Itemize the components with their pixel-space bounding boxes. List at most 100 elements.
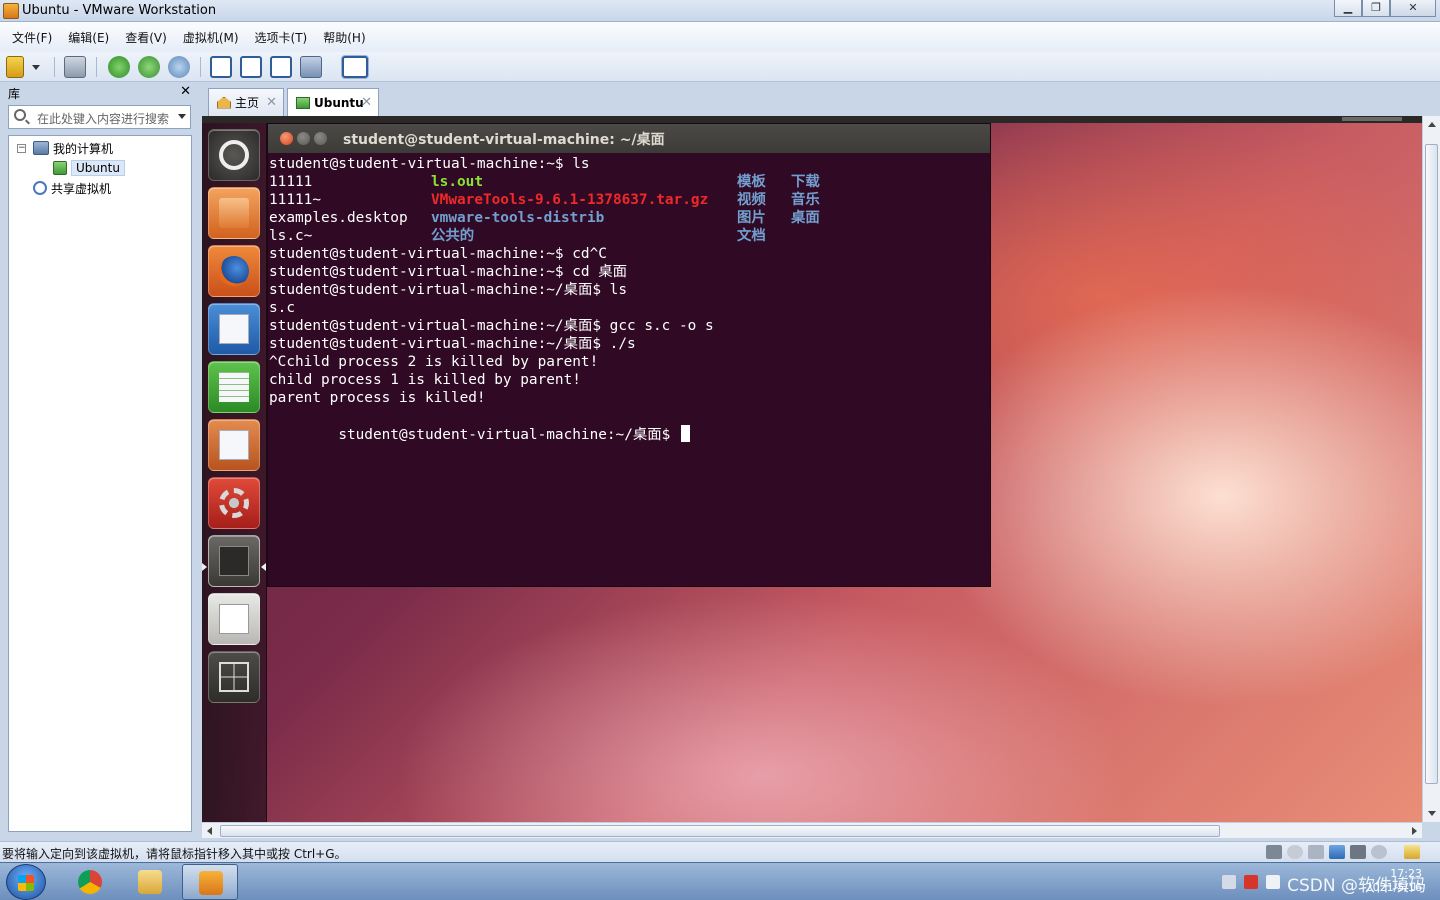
scroll-right-icon[interactable]	[1412, 827, 1417, 835]
tree-item-label: Ubuntu	[71, 160, 125, 176]
tab-ubuntu[interactable]: Ubuntu ✕	[287, 88, 379, 116]
terminal-line: student@student-virtual-machine:~/桌面$ ls	[269, 282, 628, 298]
scroll-down-icon[interactable]	[1428, 811, 1436, 816]
terminal-minimize-icon[interactable]	[297, 132, 310, 145]
vertical-scroll-thumb[interactable]	[1425, 144, 1438, 784]
window-title: Ubuntu - VMware Workstation	[22, 3, 217, 18]
cd-rom-icon[interactable]	[1287, 845, 1303, 859]
menu-edit[interactable]: 编辑(E)	[60, 29, 117, 46]
workspaces-icon	[219, 662, 249, 692]
tree-collapse-toggle[interactable]: −	[17, 144, 26, 153]
libreoffice-impress-icon[interactable]	[208, 419, 260, 471]
menu-file[interactable]: 文件(F)	[4, 29, 60, 46]
taskbar-vmware[interactable]	[182, 864, 238, 900]
terminal-line: 11111~ VMwareTools-9.6.1-1378637.tar.gz …	[269, 191, 989, 209]
terminal-window[interactable]: student@student-virtual-machine: ~/桌面 st…	[267, 123, 991, 587]
tree-item-label: 我的计算机	[53, 141, 114, 156]
terminal-line: 11111 ls.out 模板 下载	[269, 173, 989, 191]
shared-vm-icon	[33, 181, 47, 195]
start-button[interactable]	[6, 864, 46, 900]
horizontal-scroll-thumb[interactable]	[220, 825, 1220, 837]
ls-entry: ls.c~	[269, 228, 313, 244]
pause-dropdown-button[interactable]	[28, 56, 44, 78]
libreoffice-calc-icon[interactable]	[208, 361, 260, 413]
tab-home[interactable]: 主页 ✕	[208, 88, 284, 116]
library-close-icon[interactable]: ✕	[180, 84, 191, 99]
menu-vm[interactable]: 虚拟机(M)	[175, 29, 247, 46]
sound-icon[interactable]	[1371, 845, 1387, 859]
folder-icon	[219, 198, 249, 228]
restore-button[interactable]: ❐	[1362, 0, 1390, 17]
show-library-icon[interactable]	[210, 56, 232, 78]
ls-entry: 图片	[737, 210, 766, 226]
network-tray-icon[interactable]	[1266, 875, 1280, 889]
vm-display[interactable]: student@student-virtual-machine: ~/桌面 st…	[202, 116, 1422, 822]
terminal-titlebar: student@student-virtual-machine: ~/桌面	[268, 124, 990, 153]
files-icon[interactable]	[208, 187, 260, 239]
taskbar-explorer[interactable]	[122, 864, 178, 900]
menu-view[interactable]: 查看(V)	[117, 29, 175, 46]
hard-disk-icon[interactable]	[1266, 845, 1282, 859]
terminal-output[interactable]: student@student-virtual-machine:~$ ls 11…	[269, 155, 989, 585]
revert-snapshot-icon[interactable]	[138, 56, 160, 78]
taskbar-chrome[interactable]	[62, 864, 118, 900]
libreoffice-writer-icon[interactable]	[208, 303, 260, 355]
toolbar	[0, 52, 1440, 82]
library-tree: − 我的计算机 Ubuntu 共享虚拟机	[8, 135, 192, 832]
firefox-icon[interactable]	[208, 245, 260, 297]
ubuntu-logo-icon	[219, 140, 249, 170]
chevron-down-icon[interactable]	[178, 114, 186, 119]
terminal-close-icon[interactable]	[280, 132, 293, 145]
scroll-up-icon[interactable]	[1428, 122, 1436, 127]
pause-icon[interactable]	[6, 56, 24, 78]
system-settings-icon[interactable]	[208, 477, 260, 529]
watermark-text: CSDN @软件填码	[1287, 876, 1426, 896]
minimize-button[interactable]: ▁	[1334, 0, 1362, 17]
text-editor-icon[interactable]	[208, 593, 260, 645]
close-window-button[interactable]: ✕	[1390, 0, 1436, 17]
printer-icon[interactable]	[1350, 845, 1366, 859]
vmware-app-icon	[3, 3, 19, 19]
document-icon	[219, 314, 249, 344]
library-search-input[interactable]: 在此处键入内容进行搜索	[8, 105, 191, 129]
unity-launcher	[202, 123, 267, 822]
terminal-line: child process 1 is killed by parent!	[269, 372, 581, 388]
console-view-icon[interactable]	[342, 56, 368, 78]
snapshot-icon[interactable]	[108, 56, 130, 78]
terminal-line: ^Cchild process 2 is killed by parent!	[269, 354, 599, 370]
close-tab-icon[interactable]: ✕	[266, 95, 277, 110]
terminal-maximize-icon[interactable]	[314, 132, 327, 145]
horizontal-scrollbar[interactable]	[202, 822, 1422, 838]
ls-entry: examples.desktop	[269, 210, 408, 226]
dash-home-icon[interactable]	[208, 129, 260, 181]
menu-help[interactable]: 帮助(H)	[315, 29, 373, 46]
tree-item-my-computer[interactable]: 我的计算机	[33, 139, 113, 157]
full-screen-icon[interactable]	[270, 56, 292, 78]
snapshot-manager-icon[interactable]	[168, 56, 190, 78]
antivirus-icon[interactable]	[1244, 875, 1258, 889]
thumbnail-bar-icon[interactable]	[240, 56, 262, 78]
vertical-scrollbar[interactable]	[1422, 116, 1440, 822]
ls-entry: 公共的	[431, 228, 475, 244]
message-log-icon[interactable]	[1404, 845, 1420, 859]
toolbar-separator	[96, 57, 97, 77]
close-tab-icon[interactable]: ✕	[361, 95, 372, 110]
terminal-line: student@student-virtual-machine:~/桌面$ gc…	[269, 318, 714, 334]
scroll-left-icon[interactable]	[207, 827, 212, 835]
terminal-prompt-line: student@student-virtual-machine:~/桌面$	[269, 407, 690, 443]
send-ctrl-alt-del-icon[interactable]	[64, 56, 86, 78]
tree-item-ubuntu[interactable]: Ubuntu	[53, 159, 125, 177]
terminal-line: s.c	[269, 300, 295, 316]
network-icon[interactable]	[1329, 845, 1345, 859]
tab-label: Ubuntu	[314, 95, 364, 110]
unity-icon[interactable]	[300, 56, 322, 78]
tree-item-label: 共享虚拟机	[51, 181, 112, 196]
terminal-launcher-icon[interactable]	[208, 535, 260, 587]
tree-item-shared-vms[interactable]: 共享虚拟机	[33, 179, 111, 197]
workspace-switcher-icon[interactable]	[208, 651, 260, 703]
menu-tabs[interactable]: 选项卡(T)	[247, 29, 316, 46]
folder-icon	[138, 870, 162, 894]
floppy-icon[interactable]	[1308, 845, 1324, 859]
keyboard-icon[interactable]	[1222, 875, 1236, 889]
vm-icon	[296, 96, 310, 109]
